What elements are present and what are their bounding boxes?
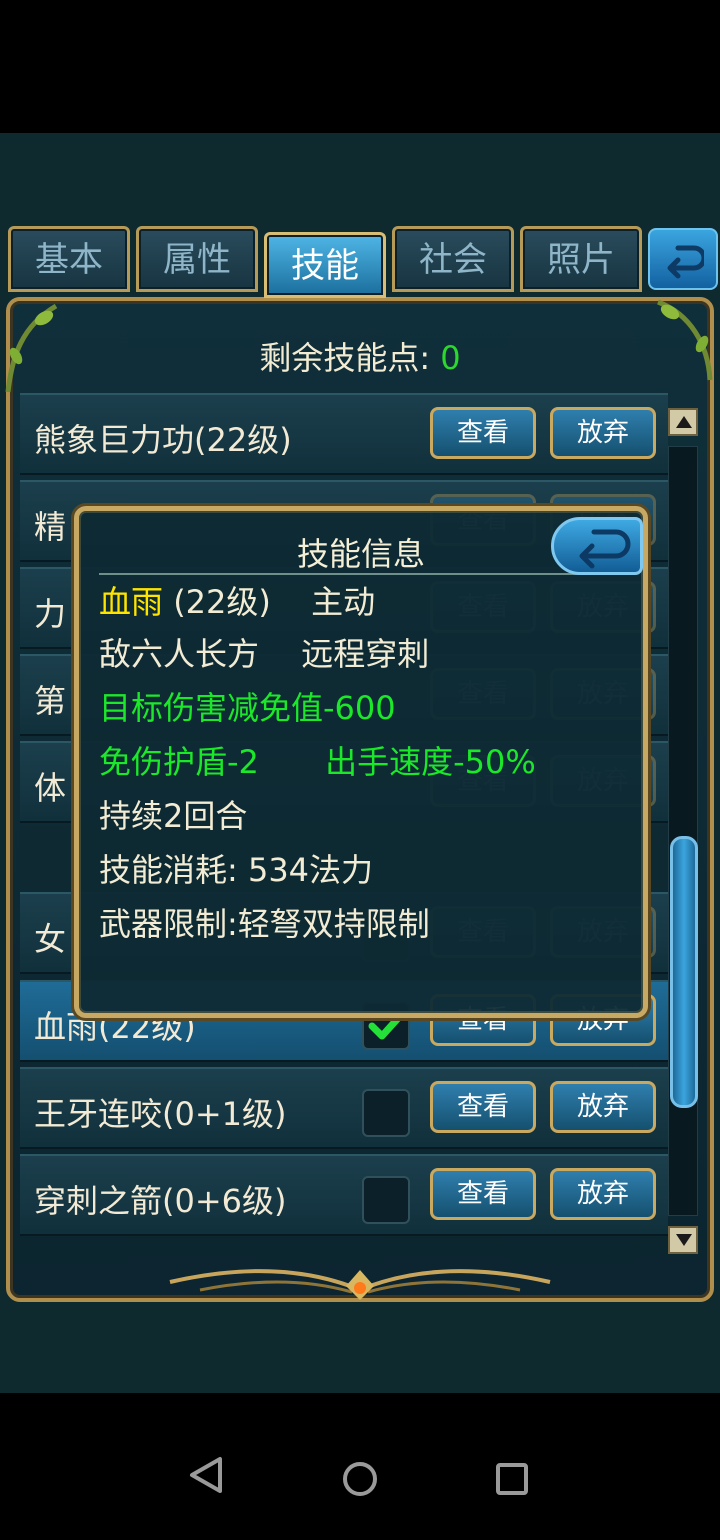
- tab-skills[interactable]: 技能: [264, 232, 386, 298]
- nav-back-icon[interactable]: [186, 1455, 226, 1495]
- skill-target: 敌六人长方: [99, 635, 260, 673]
- dialog-close-button[interactable]: [551, 517, 643, 575]
- tab-social[interactable]: 社会: [392, 226, 514, 292]
- close-button[interactable]: [648, 228, 718, 290]
- status-bar-area: [0, 0, 720, 133]
- skill-header-line: 血雨 (22级) 主动: [99, 577, 375, 623]
- skill-name: 血雨: [99, 583, 164, 621]
- shield-speed-line: 免伤护盾-2 出手速度-50%: [99, 737, 536, 783]
- skill-name: 力: [34, 595, 67, 633]
- skill-points-value: 0: [440, 339, 461, 377]
- drop-button[interactable]: 放弃: [550, 1168, 656, 1220]
- skill-type: 主动: [311, 583, 376, 621]
- damage-reduction: 目标伤害减免值-600: [99, 689, 396, 727]
- skill-name: 穿刺之箭(0+6级): [34, 1182, 287, 1220]
- skill-name: 王牙连咬(0+1级): [34, 1095, 287, 1133]
- skill-attack-type: 远程穿刺: [301, 635, 430, 673]
- tab-attributes[interactable]: 属性: [136, 226, 258, 292]
- back-arrow-icon: [579, 529, 631, 569]
- skill-info-dialog: 技能信息 血雨 (22级) 主动 敌六人长方 远程穿刺 目标伤害减免值-600 …: [74, 506, 648, 1018]
- skill-target-line: 敌六人长方 远程穿刺: [99, 629, 429, 675]
- skill-row[interactable]: 熊象巨力功(22级) 查看 放弃: [20, 393, 668, 475]
- view-button[interactable]: 查看: [430, 1081, 536, 1133]
- back-arrow-icon: [667, 245, 704, 279]
- drop-button[interactable]: 放弃: [550, 1081, 656, 1133]
- skill-name: 体: [34, 769, 67, 807]
- bottom-ornament: [169, 1269, 551, 1300]
- tab-basic[interactable]: 基本: [8, 226, 130, 292]
- weapon-restriction: 武器限制:轻弩双持限制: [99, 905, 430, 943]
- drop-button[interactable]: 放弃: [550, 407, 656, 459]
- navigation-bar: [0, 1393, 720, 1540]
- skill-points: 剩余技能点: 0: [0, 333, 720, 379]
- skill-duration: 持续2回合: [99, 797, 248, 835]
- skill-cost: 技能消耗: 534法力: [99, 851, 374, 889]
- shield-effect: 免伤护盾-2: [99, 743, 259, 781]
- view-button[interactable]: 查看: [430, 1168, 536, 1220]
- skill-name: 女: [34, 920, 67, 958]
- nav-recents-icon[interactable]: [494, 1461, 530, 1497]
- title-divider: [99, 573, 619, 575]
- skill-name: 熊象巨力功(22级): [34, 421, 292, 459]
- skill-level: (22级): [173, 583, 271, 621]
- arrow-down-icon: [676, 1234, 692, 1246]
- skill-points-label: 剩余技能点:: [259, 339, 431, 377]
- scroll-down-button[interactable]: [668, 1226, 698, 1254]
- speed-effect: 出手速度-50%: [325, 743, 536, 781]
- skill-name: 精: [34, 508, 67, 546]
- scroll-up-button[interactable]: [668, 408, 698, 436]
- skill-row[interactable]: 穿刺之箭(0+6级) 查看 放弃: [20, 1154, 668, 1236]
- nav-home-icon[interactable]: [340, 1459, 380, 1499]
- arrow-up-icon: [676, 416, 692, 428]
- skill-name: 第: [34, 682, 67, 720]
- tab-photo[interactable]: 照片: [520, 226, 642, 292]
- scrollbar-thumb[interactable]: [670, 836, 698, 1108]
- view-button[interactable]: 查看: [430, 407, 536, 459]
- skill-row[interactable]: 王牙连咬(0+1级) 查看 放弃: [20, 1067, 668, 1149]
- auto-cast-checkbox[interactable]: [362, 1089, 410, 1137]
- auto-cast-checkbox[interactable]: [362, 1176, 410, 1224]
